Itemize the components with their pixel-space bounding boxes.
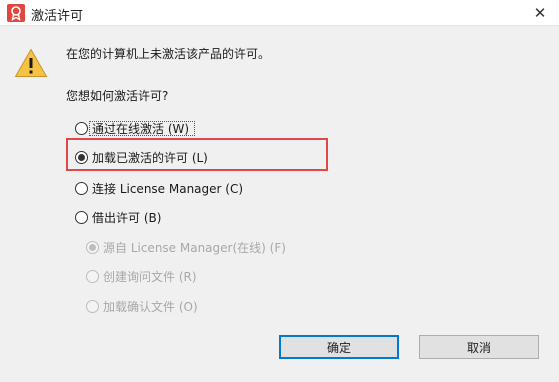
radio-circle[interactable] <box>75 210 88 224</box>
radio-label: 借出许可 (B) <box>92 210 162 225</box>
radio-load-activated-license[interactable]: 加载已激活的许可 (L) <box>75 148 208 166</box>
radio-label: 加载确认文件 (O) <box>103 299 198 314</box>
radio-circle-selected[interactable] <box>75 150 88 164</box>
app-icon <box>7 4 25 22</box>
window-title: 激活许可 <box>31 9 84 24</box>
radio-label: 通过在线激活 (W) <box>92 121 190 136</box>
title-bar: 激活许可 ✕ <box>0 0 559 26</box>
radio-circle[interactable] <box>75 121 88 135</box>
radio-connect-license-manager[interactable]: 连接 License Manager (C) <box>75 179 243 197</box>
radio-borrow-license[interactable]: 借出许可 (B) <box>75 208 161 226</box>
radio-label: 创建询问文件 (R) <box>103 269 197 284</box>
close-button[interactable]: ✕ <box>521 0 559 26</box>
radio-load-confirmation-file[interactable]: 加载确认文件 (O) <box>86 297 198 315</box>
radio-circle-selected[interactable] <box>86 240 99 254</box>
question-label: 您想如何激活许可? <box>66 89 169 103</box>
radio-label: 源自 License Manager(在线) (F) <box>103 240 286 255</box>
radio-label: 加载已激活的许可 (L) <box>92 150 208 165</box>
radio-online-activation[interactable]: 通过在线激活 (W) <box>75 119 189 137</box>
cancel-button[interactable]: 取消 <box>419 335 539 359</box>
radio-circle[interactable] <box>86 299 99 313</box>
ok-button[interactable]: 确定 <box>279 335 399 359</box>
dialog-body: 在您的计算机上未激活该产品的许可。 您想如何激活许可? 通过在线激活 (W) 加… <box>0 27 559 382</box>
radio-create-request-file[interactable]: 创建询问文件 (R) <box>86 267 197 285</box>
radio-from-license-manager[interactable]: 源自 License Manager(在线) (F) <box>86 238 286 256</box>
radio-circle[interactable] <box>75 181 88 195</box>
info-message: 在您的计算机上未激活该产品的许可。 <box>66 47 271 61</box>
radio-circle[interactable] <box>86 269 99 283</box>
warning-icon <box>14 48 48 77</box>
radio-label: 连接 License Manager (C) <box>92 181 244 196</box>
